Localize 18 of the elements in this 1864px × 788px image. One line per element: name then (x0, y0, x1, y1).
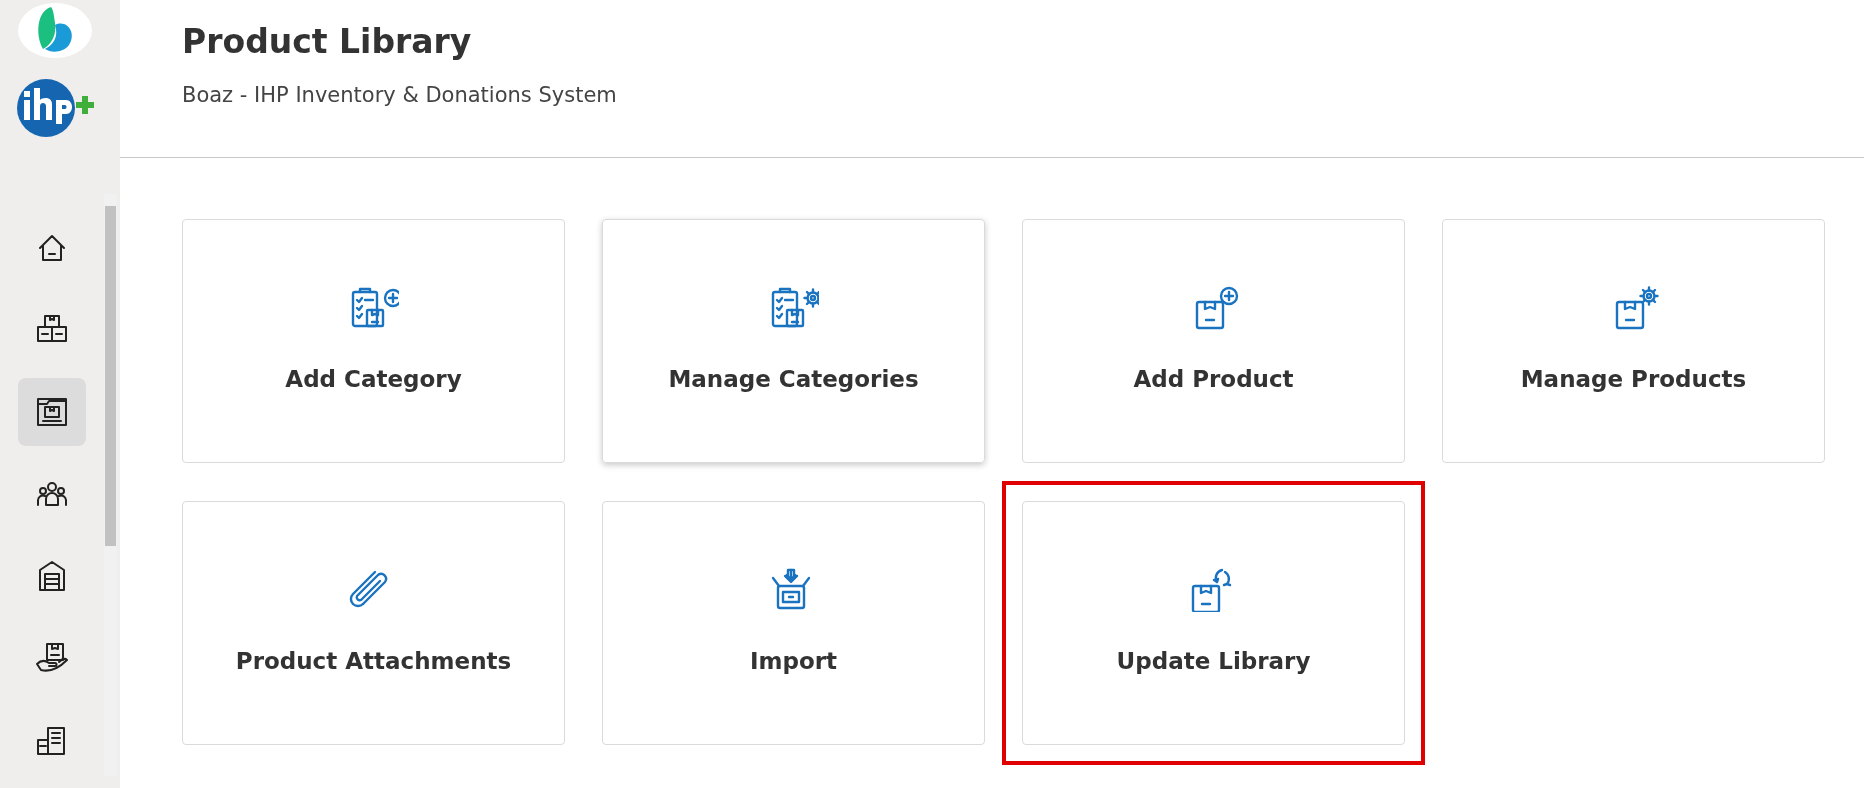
nav-item[interactable] (18, 378, 86, 446)
menu-card[interactable]: Add Product (1022, 219, 1405, 463)
menu-card[interactable]: Manage Categories (602, 219, 985, 463)
page-subtitle: Boaz - IHP Inventory & Donations System (182, 83, 618, 107)
card-label: Add Category (285, 366, 462, 392)
card-label: Add Product (1133, 366, 1294, 392)
card-label: Manage Categories (668, 366, 919, 392)
menu-card[interactable]: Product Attachments (182, 501, 565, 745)
card-label: Manage Products (1520, 366, 1747, 392)
menu-card[interactable]: Add Category (182, 219, 565, 463)
scrollbar[interactable] (104, 194, 117, 776)
menu-card[interactable]: Update Library (1022, 501, 1405, 745)
card-label: Product Attachments (235, 648, 512, 674)
menu-card[interactable]: Manage Products (1442, 219, 1825, 463)
card-label: Update Library (1116, 648, 1311, 674)
card-label: Import (749, 648, 838, 674)
menu-card[interactable]: Import (602, 501, 985, 745)
page-title: Product Library (182, 22, 473, 61)
